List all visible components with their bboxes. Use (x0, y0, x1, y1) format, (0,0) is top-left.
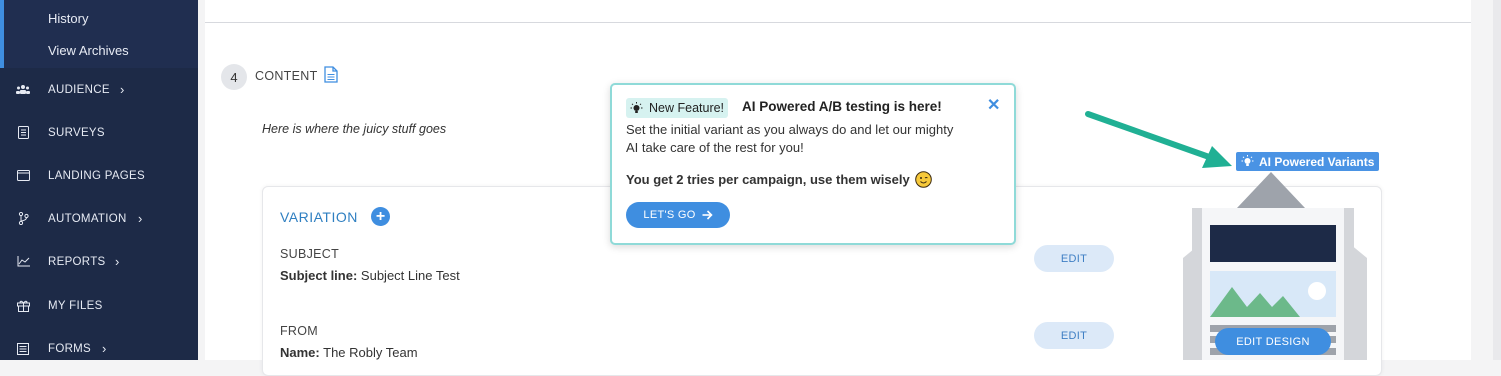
lightbulb-icon (630, 101, 643, 115)
sidebar-item-my-files[interactable]: MY FILES (0, 284, 198, 327)
people-icon (16, 83, 30, 97)
sidebar-item-forms[interactable]: FORMS › (0, 327, 198, 370)
arrow-pointer-icon (1085, 111, 1232, 168)
sidebar-item-reports[interactable]: REPORTS › (0, 240, 198, 283)
from-label: FROM (280, 324, 318, 338)
section-divider (205, 22, 1471, 23)
lets-go-button[interactable]: LET'S GO (626, 202, 730, 228)
step-number-badge: 4 (221, 64, 247, 90)
new-feature-badge: New Feature! (626, 98, 729, 118)
from-name: Name: The Robly Team (280, 345, 418, 360)
popup-description: Set the initial variant as you always do… (626, 122, 954, 155)
branch-icon (16, 212, 30, 226)
section-title: CONTENT (255, 69, 318, 83)
close-icon[interactable]: ✕ (987, 95, 1000, 115)
sidebar-item-label: REPORTS (48, 255, 106, 268)
section-description: Here is where the juicy stuff goes (262, 122, 447, 136)
sidebar-item-label: AUDIENCE (48, 83, 110, 96)
sidebar-item-label: FORMS (48, 342, 92, 355)
form-icon (16, 342, 30, 356)
subject-label: SUBJECT (280, 247, 340, 261)
ai-powered-variants-button[interactable]: AI Powered Variants (1236, 152, 1380, 171)
sidebar-subitem-history[interactable]: History (48, 11, 88, 26)
sidebar-item-label: MY FILES (48, 299, 103, 312)
chevron-right-icon: › (138, 211, 143, 226)
subject-line-key: Subject line: (280, 268, 358, 283)
sidebar-subitem-view-archives[interactable]: View Archives (48, 43, 129, 58)
sidebar-item-landing-pages[interactable]: LANDING PAGES (0, 154, 198, 197)
sidebar-submenu: History View Archives (0, 0, 198, 68)
subject-line-value: Subject Line Test (360, 268, 460, 283)
document-icon[interactable] (324, 66, 338, 88)
ai-powered-variants-label: AI Powered Variants (1259, 154, 1375, 169)
sidebar-item-label: LANDING PAGES (48, 169, 145, 182)
sidebar-item-label: SURVEYS (48, 126, 105, 139)
variation-title: VARIATION (280, 209, 358, 225)
edit-subject-button[interactable]: EDIT (1034, 245, 1114, 272)
add-variation-button[interactable]: + (371, 207, 390, 226)
sidebar-item-surveys[interactable]: SURVEYS (0, 111, 198, 154)
chart-icon (16, 255, 30, 269)
survey-icon (16, 126, 30, 140)
subject-line: Subject line: Subject Line Test (280, 268, 460, 283)
from-name-key: Name: (280, 345, 320, 360)
plus-icon: + (375, 207, 386, 225)
active-indicator (0, 0, 4, 68)
new-feature-badge-label: New Feature! (649, 101, 725, 115)
sidebar: History View Archives AUDIENCE › SURVEYS… (0, 0, 198, 360)
arrow-right-icon (702, 210, 713, 220)
popup-tries-text: You get 2 tries per campaign, use them w… (626, 172, 910, 187)
from-name-value: The Robly Team (323, 345, 418, 360)
chevron-right-icon: › (120, 82, 125, 97)
edit-from-button[interactable]: EDIT (1034, 322, 1114, 349)
lightbulb-icon (1241, 155, 1254, 168)
gift-box-icon (16, 299, 30, 313)
chevron-right-icon: › (115, 254, 120, 269)
sidebar-item-automation[interactable]: AUTOMATION › (0, 197, 198, 240)
popup-title: AI Powered A/B testing is here! (742, 99, 942, 114)
sidebar-item-label: AUTOMATION (48, 212, 127, 225)
browser-icon (16, 169, 30, 183)
wink-emoji-icon (914, 171, 932, 188)
scrollbar[interactable] (1493, 0, 1501, 360)
popup-tries-note: You get 2 tries per campaign, use them w… (626, 171, 932, 188)
edit-design-button[interactable]: EDIT DESIGN (1215, 328, 1331, 355)
sidebar-item-audience[interactable]: AUDIENCE › (0, 68, 198, 111)
chevron-right-icon: › (102, 341, 107, 356)
lets-go-label: LET'S GO (643, 209, 696, 221)
